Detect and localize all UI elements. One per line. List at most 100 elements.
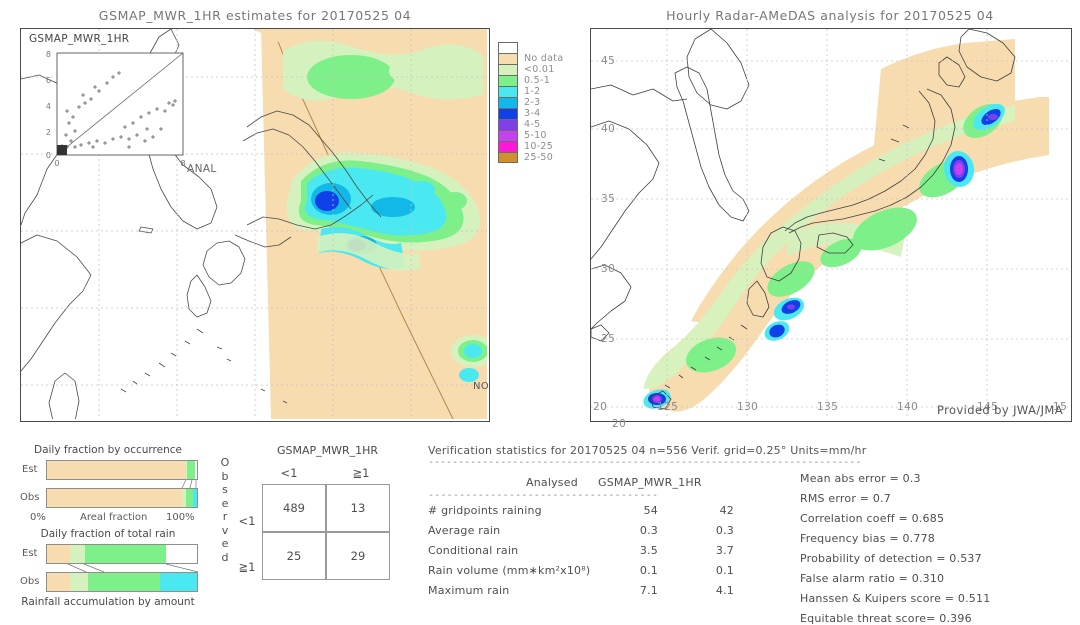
contingency-row-header-1: ≧1 bbox=[238, 560, 256, 574]
right-map-canvas bbox=[591, 29, 1069, 419]
occurrence-axis-left: 0% bbox=[30, 512, 46, 523]
occurrence-connectors bbox=[181, 479, 197, 489]
right-map-xtick-140: 140 bbox=[897, 401, 919, 413]
colorbar-label-5: 2-3 bbox=[524, 97, 541, 108]
colorbar-swatch-3 bbox=[498, 75, 518, 86]
svg-text:0: 0 bbox=[46, 151, 51, 160]
contingency-cell-hit-miss-00: 489 bbox=[262, 484, 326, 532]
colorbar-swatch-10 bbox=[498, 152, 518, 163]
right-map-ytick-30: 30 bbox=[601, 263, 616, 275]
colorbar-label-1: No data bbox=[524, 53, 564, 64]
colorbar-swatch-1 bbox=[498, 53, 518, 64]
occurrence-est-segment-3 bbox=[194, 461, 197, 479]
occurrence-est-label: Est bbox=[22, 464, 38, 475]
colorbar-label-3: 0.5-1 bbox=[524, 75, 551, 86]
amount-chart-caption: Rainfall accumulation by amount bbox=[21, 596, 195, 608]
verification-row-product-2: 3.7 bbox=[715, 544, 734, 557]
precipitation-colorbar: No data <0.01 0.5-1 1-2 2-3 3-4 4-5 5-10 10-25 25… bbox=[498, 42, 578, 163]
occurrence-est-segment-2 bbox=[187, 461, 195, 479]
occurrence-est-segment-0 bbox=[47, 461, 186, 479]
verification-row-analysed-4: 7.1 bbox=[639, 584, 658, 597]
observed-axis-label: Observed bbox=[220, 456, 230, 564]
colorbar-swatch-2 bbox=[498, 64, 518, 75]
right-map-ytick-40: 40 bbox=[601, 123, 616, 135]
occurrence-axis-right: 100% bbox=[166, 512, 195, 523]
colorbar-swatch-0 bbox=[498, 42, 518, 53]
colorbar-label-10: 25-50 bbox=[524, 152, 554, 163]
contingency-row-header-0: <1 bbox=[238, 514, 256, 528]
verification-row-label-4: Maximum rain bbox=[428, 584, 510, 597]
verification-score-0: Mean abs error = 0.3 bbox=[800, 472, 921, 485]
colorbar-swatch-6 bbox=[498, 108, 518, 119]
scatter-inset[interactable]: GSMAP_MWR_1HR 8 6 4 2 0 0 8 bbox=[27, 33, 195, 167]
radar-amedas-map[interactable]: 45 40 35 30 25 20 125 130 135 140 145 15… bbox=[590, 28, 1072, 422]
contingency-cell-11: 29 bbox=[326, 532, 390, 580]
right-map-corner-tick: 20 bbox=[612, 418, 627, 430]
verification-divider: ----------------------------------------… bbox=[428, 457, 862, 468]
right-map-xtick-130: 130 bbox=[737, 401, 759, 413]
verification-row-label-1: Average rain bbox=[428, 524, 501, 537]
jwa-jma-credit: Provided by JWA/JMA bbox=[937, 403, 1063, 417]
colorbar-label-8: 5-10 bbox=[524, 130, 547, 141]
amount-obs-segment-1 bbox=[69, 573, 88, 591]
occurrence-obs-segment-2 bbox=[185, 489, 194, 507]
right-map-ytick-20: 20 bbox=[593, 401, 608, 413]
colorbar-label-9: 10-25 bbox=[524, 141, 554, 152]
amount-est-bar bbox=[46, 544, 198, 564]
colorbar-swatch-7 bbox=[498, 119, 518, 130]
right-map-xtick-135: 135 bbox=[817, 401, 839, 413]
occurrence-chart: Daily fraction by occurrence Est Obs 0% … bbox=[8, 444, 208, 523]
occurrence-obs-bar bbox=[46, 488, 198, 508]
verification-row-product-1: 0.3 bbox=[715, 524, 734, 537]
colorbar-swatch-5 bbox=[498, 97, 518, 108]
right-map-ytick-25: 25 bbox=[601, 333, 616, 345]
amount-obs-segment-3 bbox=[159, 573, 197, 591]
amount-est-label: Est bbox=[22, 548, 38, 559]
colorbar-swatch-9 bbox=[498, 141, 518, 152]
contingency-cell-01: 13 bbox=[326, 484, 390, 532]
occurrence-obs-segment-0 bbox=[47, 489, 182, 507]
verification-score-3: Frequency bias = 0.778 bbox=[800, 532, 935, 545]
contingency-col-header-1: ≧1 bbox=[352, 466, 370, 480]
verification-row-analysed-3: 0.1 bbox=[639, 564, 658, 577]
verification-row-product-4: 4.1 bbox=[715, 584, 734, 597]
svg-text:4: 4 bbox=[46, 102, 51, 111]
contingency-col-header-0: <1 bbox=[280, 466, 298, 480]
colorbar-swatch-4 bbox=[498, 86, 518, 97]
occurrence-axis-center: Areal fraction bbox=[80, 512, 148, 523]
right-map-ytick-35: 35 bbox=[601, 193, 616, 205]
amount-chart-title: Daily fraction of total rain bbox=[40, 528, 176, 540]
colorbar-label-4: 1-2 bbox=[524, 86, 541, 97]
occurrence-est-bar bbox=[46, 460, 198, 480]
verification-row-analysed-2: 3.5 bbox=[639, 544, 658, 557]
svg-text:2: 2 bbox=[46, 128, 51, 137]
amount-connectors bbox=[67, 563, 199, 573]
verification-row-label-0: # gridpoints raining bbox=[428, 504, 542, 517]
amount-est-segment-3 bbox=[165, 545, 197, 563]
scatter-inset-label: GSMAP_MWR_1HR bbox=[29, 33, 130, 45]
right-map-ytick-45: 45 bbox=[601, 55, 616, 67]
amount-obs-bar bbox=[46, 572, 198, 592]
amount-est-segment-1 bbox=[69, 545, 85, 563]
verification-row-analysed-1: 0.3 bbox=[639, 524, 658, 537]
amount-est-segment-2 bbox=[84, 545, 166, 563]
verification-row-product-0: 42 bbox=[719, 504, 734, 517]
verification-col-product: GSMAP_MWR_1HR bbox=[598, 476, 702, 489]
amount-chart: Daily fraction of total rain Est Obs Rai… bbox=[8, 528, 208, 608]
colorbar-label-2: <0.01 bbox=[524, 64, 555, 75]
scatter-plot: 8 6 4 2 0 0 8 bbox=[46, 50, 186, 167]
svg-text:8: 8 bbox=[180, 159, 185, 167]
gsmap-estimate-map[interactable]: GSMAP_MWR_1HR 8 6 4 2 0 0 8 ANAL NOAA-19… bbox=[20, 28, 490, 422]
contingency-table: GSMAP_MWR_1HR <1 ≧1 <1 ≧1 489 13 25 29 bbox=[239, 444, 415, 604]
amount-obs-segment-0 bbox=[47, 573, 70, 591]
colorbar-label-6: 3-4 bbox=[524, 108, 541, 119]
colorbar-swatch-8 bbox=[498, 130, 518, 141]
occurrence-obs-label: Obs bbox=[20, 492, 40, 503]
colorbar-label-7: 4-5 bbox=[524, 119, 541, 130]
occurrence-chart-title: Daily fraction by occurrence bbox=[34, 444, 182, 456]
anal-label: ANAL bbox=[187, 163, 217, 175]
verification-row-label-2: Conditional rain bbox=[428, 544, 519, 557]
left-panel-title: GSMAP_MWR_1HR estimates for 20170525 04 bbox=[98, 8, 412, 23]
verification-sub-divider: ------------------------------------- bbox=[428, 490, 659, 501]
verification-row-analysed-0: 54 bbox=[643, 504, 658, 517]
